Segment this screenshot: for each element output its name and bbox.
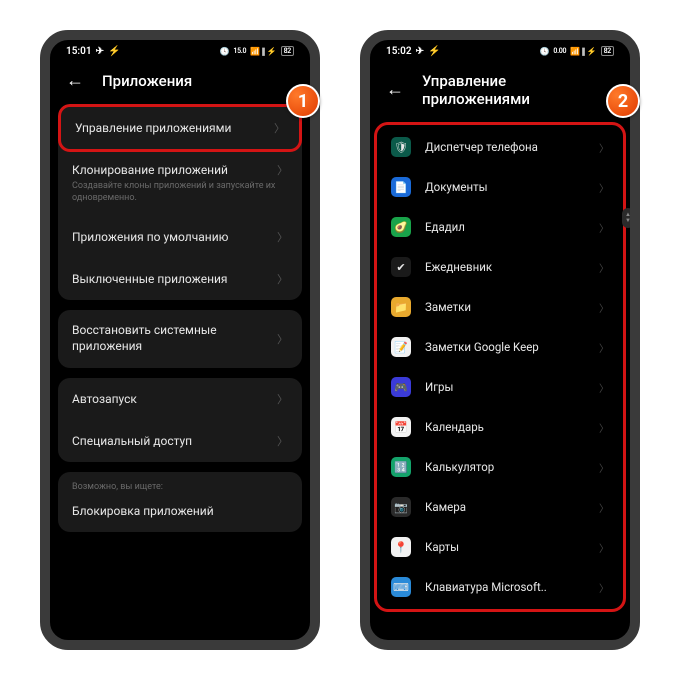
app-row[interactable]: 📁 Заметки 〉 — [381, 287, 619, 327]
app-row[interactable]: 📅 Календарь 〉 — [381, 407, 619, 447]
chevron-right-icon: 〉 — [277, 391, 288, 407]
row-disabled-apps[interactable]: Выключенные приложения 〉 — [58, 258, 302, 300]
row-special-access[interactable]: Специальный доступ 〉 — [58, 420, 302, 462]
page-title: Управление приложениями — [422, 72, 614, 108]
chevron-right-icon: 〉 — [599, 300, 609, 315]
row-label: Выключенные приложения — [72, 272, 277, 286]
app-name: Карты — [425, 540, 585, 554]
app-icon: ✔ — [391, 257, 411, 277]
phone-screen-2: 15:02 ✈ ⚡ 🕓 0.00 📶 ∥ ⚡82 ← Управление прил… — [360, 30, 640, 650]
app-row[interactable]: 🥑 Едадил 〉 — [381, 207, 619, 247]
row-autostart[interactable]: Автозапуск 〉 — [58, 378, 302, 420]
chevron-right-icon: 〉 — [599, 180, 609, 195]
chevron-right-icon: 〉 — [599, 340, 609, 355]
row-label: Клонирование приложений — [72, 163, 277, 177]
app-name: Едадил — [425, 220, 585, 234]
app-icon: 🔢 — [391, 457, 411, 477]
app-name: Камера — [425, 500, 585, 514]
phone-screen-1: 15:01 ✈ ⚡ 🕓 15.0 📶 ∥ ⚡82 ← Приложения Упра… — [40, 30, 320, 650]
app-name: Клавиатура Microsoft.. — [425, 580, 585, 594]
row-manage-apps[interactable]: Управление приложениями 〉 — [58, 104, 302, 152]
app-icon: 📷 — [391, 497, 411, 517]
chevron-right-icon: 〉 — [599, 580, 609, 595]
header: ← Приложения — [50, 62, 310, 104]
app-name: Заметки Google Keep — [425, 340, 585, 354]
status-indicators: 🕓 15.0 📶 ∥ ⚡82 — [220, 46, 294, 56]
chevron-right-icon: 〉 — [599, 540, 609, 555]
app-icon: 📄 — [391, 177, 411, 197]
chevron-right-icon: 〉 — [277, 229, 288, 245]
app-name: Документы — [425, 180, 585, 194]
chevron-right-icon: 〉 — [277, 162, 288, 178]
app-row[interactable]: 🛡 Диспетчер телефона 〉 — [381, 127, 619, 167]
chevron-right-icon: 〉 — [599, 460, 609, 475]
app-icon: 📅 — [391, 417, 411, 437]
row-label: Специальный доступ — [72, 434, 277, 448]
chevron-right-icon: 〉 — [599, 380, 609, 395]
app-row[interactable]: 📷 Камера 〉 — [381, 487, 619, 527]
step-badge-1: 1 — [286, 84, 320, 118]
page-title: Приложения — [102, 72, 192, 90]
scroll-indicator[interactable]: ▲▼ — [622, 208, 634, 228]
chevron-right-icon: 〉 — [599, 500, 609, 515]
telegram-icon: ✈ — [416, 46, 424, 57]
chevron-right-icon: 〉 — [599, 260, 609, 275]
row-restore-system[interactable]: Восстановить системные приложения 〉 — [58, 310, 302, 367]
chevron-right-icon: 〉 — [277, 433, 288, 449]
header: ← Управление приложениями — [370, 62, 630, 122]
app-row[interactable]: 🔢 Калькулятор 〉 — [381, 447, 619, 487]
chevron-right-icon: 〉 — [599, 140, 609, 155]
app-name: Игры — [425, 380, 585, 394]
status-time: 15:01 — [66, 46, 92, 57]
row-label: Приложения по умолчанию — [72, 230, 277, 244]
chevron-right-icon: 〉 — [599, 420, 609, 435]
app-icon: 🥑 — [391, 217, 411, 237]
status-time: 15:02 — [386, 46, 412, 57]
row-sublabel: Создавайте клоны приложений и запускайте… — [72, 181, 288, 204]
chevron-right-icon: 〉 — [274, 120, 285, 136]
app-row[interactable]: ✔ Ежедневник 〉 — [381, 247, 619, 287]
app-list-highlight: 🛡Диспетчер телефона〉📄Документы〉🥑Едадил〉✔… — [374, 122, 626, 612]
app-row[interactable]: 📄 Документы 〉 — [381, 167, 619, 207]
chevron-right-icon: 〉 — [277, 331, 288, 347]
row-label: Управление приложениями — [75, 121, 274, 135]
app-icon: ⌨ — [391, 577, 411, 597]
row-clone-apps[interactable]: Клонирование приложений 〉 Создавайте кло… — [58, 152, 302, 216]
app-name: Ежедневник — [425, 260, 585, 274]
telegram-icon: ✈ — [96, 46, 104, 57]
app-icon: 🛡 — [391, 137, 411, 157]
row-default-apps[interactable]: Приложения по умолчанию 〉 — [58, 216, 302, 258]
app-icon: 🎮 — [391, 377, 411, 397]
app-icon: 📁 — [391, 297, 411, 317]
suggest-box: Возможно, вы ищете: Блокировка приложени… — [58, 472, 302, 532]
chevron-right-icon: 〉 — [599, 220, 609, 235]
app-row[interactable]: 📍 Карты 〉 — [381, 527, 619, 567]
status-indicators: 🕓 0.00 📶 ∥ ⚡82 — [540, 46, 614, 56]
app-row[interactable]: ⌨ Клавиатура Microsoft.. 〉 — [381, 567, 619, 607]
bolt-icon: ⚡ — [108, 46, 120, 57]
app-icon: 📝 — [391, 337, 411, 357]
app-row[interactable]: 📝 Заметки Google Keep 〉 — [381, 327, 619, 367]
row-label: Автозапуск — [72, 392, 277, 406]
bolt-icon: ⚡ — [428, 46, 440, 57]
step-badge-2: 2 — [606, 84, 640, 118]
app-row[interactable]: 🎮 Игры 〉 — [381, 367, 619, 407]
suggest-label: Возможно, вы ищете: — [58, 472, 302, 496]
status-bar: 15:01 ✈ ⚡ 🕓 15.0 📶 ∥ ⚡82 — [50, 40, 310, 62]
back-icon[interactable]: ← — [66, 72, 84, 90]
back-icon[interactable]: ← — [386, 81, 404, 99]
app-name: Заметки — [425, 300, 585, 314]
app-name: Календарь — [425, 420, 585, 434]
chevron-right-icon: 〉 — [277, 271, 288, 287]
app-name: Калькулятор — [425, 460, 585, 474]
app-name: Диспетчер телефона — [425, 140, 585, 154]
row-label: Восстановить системные приложения — [72, 323, 277, 354]
app-icon: 📍 — [391, 537, 411, 557]
status-bar: 15:02 ✈ ⚡ 🕓 0.00 📶 ∥ ⚡82 — [370, 40, 630, 62]
suggest-item[interactable]: Блокировка приложений — [58, 496, 302, 532]
